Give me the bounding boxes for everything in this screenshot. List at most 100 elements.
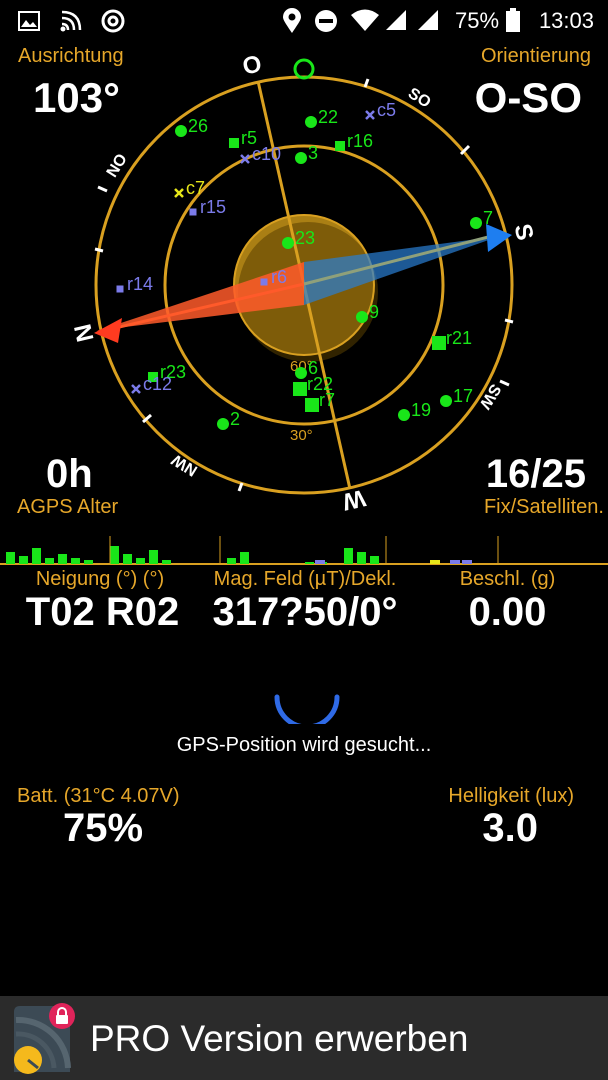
sensor-value-tilt: T02 R02 <box>25 590 180 634</box>
cardinal-east: O <box>240 50 264 81</box>
sat-c5: c5 <box>365 100 396 120</box>
sat-r21-label: r21 <box>446 328 472 348</box>
cardinal-south: S <box>509 221 539 243</box>
sky-view[interactable]: O S W N SO SW NW NO 30° 60° 26r522 c5c10 3… <box>0 42 608 520</box>
signal-bar <box>110 546 119 564</box>
signal-bar <box>84 560 93 564</box>
signal-bar <box>6 552 15 564</box>
sensor-label-tilt: Neigung (°) (°) <box>35 568 165 590</box>
sat-r6-label: r6 <box>271 267 287 287</box>
sat-19-label: 19 <box>411 400 431 420</box>
pro-promo-bar[interactable]: PRO Version erwerben <box>0 996 608 1080</box>
battery-label: Batt. (31°C 4.07V) <box>17 785 180 807</box>
signal-bar <box>370 556 379 564</box>
sat-9-label: 9 <box>369 302 379 322</box>
sat-r14-marker <box>116 285 124 293</box>
do-not-disturb-icon <box>315 10 337 32</box>
signal-bar <box>149 550 158 564</box>
sat-22: 22 <box>305 107 338 128</box>
signal-bar <box>227 558 236 564</box>
sat-19: 19 <box>398 400 431 421</box>
sat-26-marker <box>175 125 187 137</box>
sensor-label-mag: Mag. Feld (µT)/Dekl. <box>213 568 397 590</box>
signal-bar-weak <box>462 560 472 564</box>
sat-r16-marker <box>335 141 345 151</box>
signal-bar <box>71 558 80 564</box>
sat-r14-label: r14 <box>127 274 153 294</box>
sat-2: 2 <box>217 409 240 430</box>
sat-r6-marker <box>260 278 268 286</box>
signal-bar <box>344 548 353 564</box>
sat-r14: r14 <box>116 274 153 294</box>
wifi-calling-icon <box>60 10 82 32</box>
sat-r22-marker <box>293 382 307 396</box>
sat-3-label: 3 <box>308 143 318 163</box>
wifi-icon <box>351 9 379 31</box>
sat-17-marker <box>440 395 452 407</box>
app-logo-icon <box>14 1003 75 1074</box>
sat-2-label: 2 <box>230 409 240 429</box>
ring-label-30: 30° <box>290 427 313 444</box>
sat-17: 17 <box>440 386 473 407</box>
sat-22-marker <box>305 116 317 128</box>
sat-19-marker <box>398 409 410 421</box>
signal-icon <box>386 10 406 30</box>
sat-r16: r16 <box>335 131 373 151</box>
clock: 13:03 <box>538 8 594 33</box>
sat-r5-marker <box>229 138 239 148</box>
sat-2-marker <box>217 418 229 430</box>
signal-bar <box>32 548 41 564</box>
sat-c10-label: c10 <box>252 144 281 164</box>
cardinal-north: N <box>69 321 99 344</box>
sat-c12-label: c12 <box>143 374 172 394</box>
sensor-value-accel: 0.00 <box>468 590 547 634</box>
signal-strength-bars <box>0 536 608 565</box>
sat-22-label: 22 <box>318 107 338 127</box>
at-sign-icon <box>101 9 125 33</box>
sat-7-marker <box>470 217 482 229</box>
fix-value: 16/25 <box>485 452 586 496</box>
battery-percent: 75% <box>455 8 500 33</box>
sensor-value-mag: 317?50/0° <box>212 590 398 634</box>
cardinal-west: W <box>339 484 367 515</box>
sat-26-label: 26 <box>188 116 208 136</box>
sat-r21-marker <box>432 336 446 350</box>
sat-c7-marker <box>174 188 184 198</box>
sat-c12-marker <box>131 384 141 394</box>
agps-value: 0h <box>46 452 93 496</box>
sat-17-label: 17 <box>453 386 473 406</box>
sat-7: 7 <box>470 208 493 229</box>
sensor-label-accel: Beschl. (g) <box>459 568 556 590</box>
signal-bar <box>162 560 171 564</box>
sat-r7-label: r7 <box>319 390 335 410</box>
loading-spinner-icon <box>274 694 340 724</box>
signal-bar <box>136 558 145 564</box>
brightness-label: Helligkeit (lux) <box>448 785 574 807</box>
signal-bar <box>240 552 249 564</box>
image-icon <box>18 11 40 31</box>
sat-c7-label: c7 <box>186 178 205 198</box>
signal-bar-weak <box>430 560 440 564</box>
sat-7-label: 7 <box>483 208 493 228</box>
intercardinal-se: SO <box>405 85 434 112</box>
sat-3-marker <box>295 152 307 164</box>
sat-c5-marker <box>365 110 375 120</box>
signal-bar <box>58 554 67 564</box>
signal-bar <box>305 562 314 564</box>
location-pin-icon <box>283 8 301 33</box>
signal-icon <box>418 10 438 30</box>
fix-label: Fix/Satelliten. <box>483 496 604 518</box>
sat-r16-label: r16 <box>347 131 373 151</box>
sat-r21: r21 <box>432 328 472 350</box>
pro-version-button[interactable]: PRO Version erwerben <box>90 1018 468 1060</box>
signal-bar <box>357 552 366 564</box>
battery-icon <box>506 8 520 32</box>
sat-c12: c12 <box>131 374 172 394</box>
intercardinal-sw: SW <box>475 381 504 413</box>
sat-c7: c7 <box>174 178 205 198</box>
top-marker-icon <box>293 58 315 80</box>
sat-r15-label: r15 <box>200 197 226 217</box>
sat-23-marker <box>282 237 294 249</box>
sat-6-marker <box>295 367 307 379</box>
signal-bar <box>19 556 28 564</box>
